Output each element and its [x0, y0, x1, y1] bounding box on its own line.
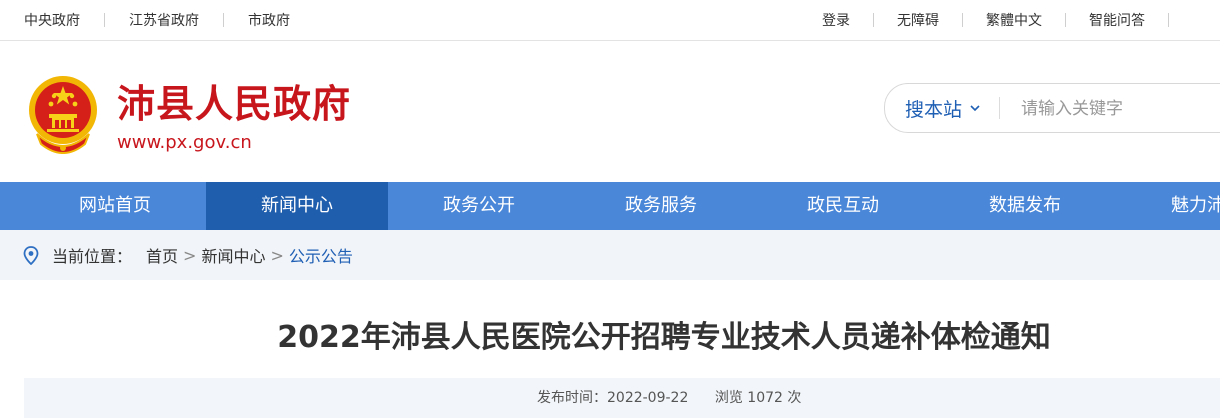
breadcrumb-separator: >	[183, 245, 197, 265]
divider	[1168, 13, 1169, 27]
nav-item-government-affairs[interactable]: 政务公开	[388, 182, 570, 230]
top-bar-right-links: 登录 无障碍 繁體中文 智能问答	[822, 0, 1192, 40]
breadcrumb: 当前位置： 首页 > 新闻中心 > 公示公告	[0, 230, 1220, 280]
smart-qa-link[interactable]: 智能问答	[1089, 10, 1145, 30]
search-scope-dropdown[interactable]: 搜本站	[905, 84, 980, 132]
publish-date: 2022-09-22	[607, 390, 689, 406]
nav-item-news-center[interactable]: 新闻中心	[206, 182, 388, 230]
breadcrumb-prefix: 当前位置：	[52, 247, 133, 266]
divider	[873, 13, 874, 27]
views-label: 浏览	[714, 390, 743, 406]
search-scope-label: 搜本站	[905, 98, 963, 121]
site-url[interactable]: www.px.gov.cn	[117, 131, 252, 155]
site-title[interactable]: 沛县人民政府	[117, 81, 351, 127]
traditional-chinese-link[interactable]: 繁體中文	[986, 10, 1042, 30]
breadcrumb-current[interactable]: 公示公告	[289, 243, 353, 267]
link-central-government[interactable]: 中央政府	[24, 10, 80, 30]
national-emblem-icon[interactable]	[27, 74, 99, 154]
views-count: 1072	[747, 390, 783, 406]
chevron-down-icon	[970, 105, 980, 112]
breadcrumb-home[interactable]: 首页	[146, 243, 178, 267]
divider	[104, 13, 105, 27]
search-divider	[999, 97, 1000, 119]
login-link[interactable]: 登录	[822, 10, 850, 30]
top-bar-left-links: 中央政府 江苏省政府 市政府	[24, 0, 290, 40]
link-city-government[interactable]: 市政府	[248, 10, 290, 30]
nav-item-charm-peixian[interactable]: 魅力沛县	[1116, 182, 1220, 230]
main-nav: 网站首页 新闻中心 政务公开 政务服务 政民互动 数据发布 魅力沛县	[0, 182, 1220, 230]
top-bar: 中央政府 江苏省政府 市政府 登录 无障碍 繁體中文 智能问答	[0, 0, 1220, 41]
location-pin-icon	[23, 246, 39, 265]
breadcrumb-news-center[interactable]: 新闻中心	[201, 243, 265, 267]
accessibility-link[interactable]: 无障碍	[897, 10, 939, 30]
divider	[1065, 13, 1066, 27]
breadcrumb-separator: >	[270, 245, 284, 265]
search-input[interactable]	[1019, 92, 1220, 126]
nav-item-home[interactable]: 网站首页	[24, 182, 206, 230]
views-unit: 次	[787, 390, 802, 406]
link-jiangsu-government[interactable]: 江苏省政府	[129, 10, 199, 30]
site-header: 沛县人民政府 www.px.gov.cn 搜本站	[0, 41, 1220, 182]
article-title: 2022年沛县人民医院公开招聘专业技术人员递补体检通知	[277, 320, 1051, 355]
divider	[223, 13, 224, 27]
nav-item-data-release[interactable]: 数据发布	[934, 182, 1116, 230]
article-meta-bar: 发布时间：2022-09-22 浏览 1072 次	[24, 378, 1220, 418]
search-box: 搜本站	[884, 83, 1220, 133]
breadcrumb-text: 当前位置： 首页 > 新闻中心 > 公示公告	[52, 230, 353, 280]
divider	[962, 13, 963, 27]
article-meta: 发布时间：2022-09-22 浏览 1072 次	[537, 387, 801, 407]
publish-label: 发布时间：	[537, 390, 607, 406]
nav-item-government-services[interactable]: 政务服务	[570, 182, 752, 230]
nav-item-interaction[interactable]: 政民互动	[752, 182, 934, 230]
